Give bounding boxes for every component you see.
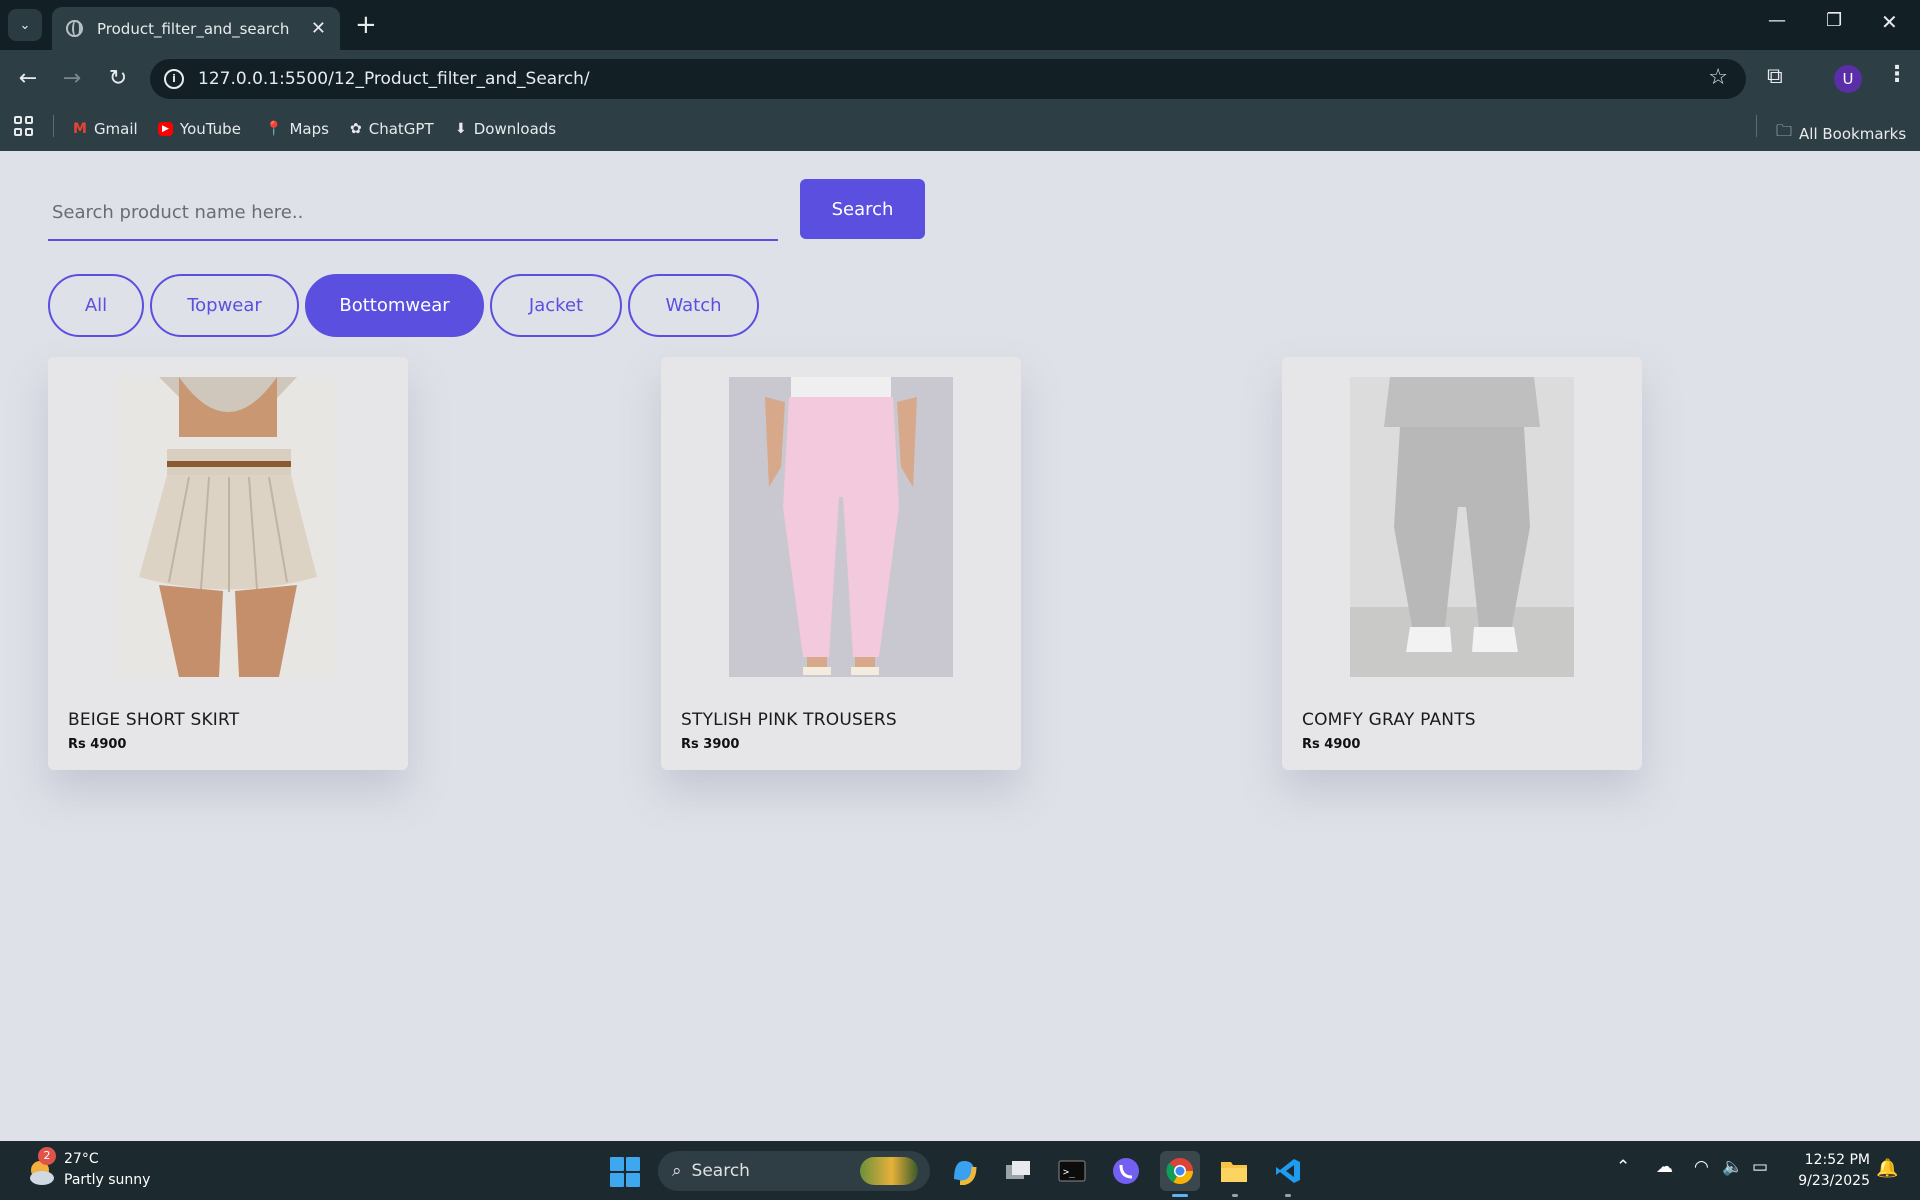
product-image (729, 377, 953, 677)
filter-all[interactable]: All (48, 274, 144, 337)
product-price: Rs 3900 (681, 737, 740, 752)
extensions-icon[interactable]: ⧉ (1767, 64, 1783, 89)
reload-icon[interactable]: ↻ (103, 64, 133, 94)
taskbar-search-label: Search (691, 1161, 750, 1181)
bookmark-maps[interactable]: 📍 Maps (265, 120, 329, 138)
viber-icon[interactable] (1106, 1151, 1146, 1191)
folder-icon: 🗀 (1776, 121, 1793, 140)
filter-topwear[interactable]: Topwear (150, 274, 299, 337)
bookmark-label: Gmail (93, 120, 138, 138)
product-name: STYLISH PINK TROUSERS (681, 710, 897, 730)
chrome-icon[interactable] (1160, 1151, 1200, 1191)
close-tab-icon[interactable]: ✕ (311, 18, 326, 39)
download-icon: ⬇ (455, 121, 467, 137)
filter-watch[interactable]: Watch (628, 274, 759, 337)
volume-icon[interactable]: 🔈 (1722, 1157, 1743, 1177)
windows-taskbar: 2 27°C Partly sunny ⌕ Search >_ ⌃ ☁ ◠ 🔈 … (0, 1141, 1920, 1200)
page-content: Search All Topwear Bottomwear Jacket Wat… (0, 151, 1920, 1141)
vscode-icon[interactable] (1268, 1151, 1308, 1191)
bookmark-chatgpt[interactable]: ✿ ChatGPT (350, 120, 434, 138)
weather-temperature[interactable]: 27°C (64, 1151, 99, 1167)
product-price: Rs 4900 (68, 737, 127, 752)
copilot-icon[interactable] (944, 1151, 984, 1191)
bookmark-label: Downloads (473, 120, 557, 138)
app-running-indicator (1232, 1194, 1238, 1197)
browser-menu-icon[interactable]: ⋮ (1886, 62, 1908, 87)
system-clock[interactable]: 12:52 PM 9/23/2025 (1770, 1150, 1870, 1192)
product-card[interactable]: COMFY GRAY PANTS Rs 4900 (1282, 357, 1642, 770)
onedrive-icon[interactable]: ☁ (1656, 1157, 1673, 1177)
active-app-indicator (1172, 1194, 1188, 1197)
bookmark-gmail[interactable]: M Gmail (73, 120, 138, 138)
minimize-button[interactable]: — (1768, 10, 1786, 31)
youtube-icon: ▶ (158, 122, 173, 136)
globe-icon (66, 20, 83, 37)
search-button[interactable]: Search (800, 179, 925, 239)
bookmarks-items: M Gmail ▶ YouTube 📍 Maps ✿ ChatGPT ⬇ Dow… (0, 108, 1920, 151)
search-highlight-image (860, 1157, 918, 1185)
back-arrow-icon[interactable]: ← (13, 64, 43, 94)
bookmark-downloads[interactable]: ⬇ Downloads (455, 120, 556, 138)
filter-bottomwear[interactable]: Bottomwear (305, 274, 484, 337)
new-tab-button[interactable]: + (355, 10, 377, 40)
filter-jacket[interactable]: Jacket (490, 274, 622, 337)
wifi-icon[interactable]: ◠ (1694, 1157, 1709, 1177)
bookmark-label: ChatGPT (368, 120, 434, 138)
tab-search-button[interactable]: ⌄ (8, 9, 42, 41)
maps-pin-icon: 📍 (265, 121, 283, 137)
bookmark-star-icon[interactable]: ☆ (1708, 65, 1728, 90)
all-bookmarks-label: All Bookmarks (1799, 124, 1907, 143)
close-window-button[interactable]: ✕ (1881, 10, 1898, 34)
notification-bell-icon[interactable]: 🔔 (1876, 1158, 1898, 1179)
clock-date: 9/23/2025 (1798, 1173, 1870, 1189)
app-running-indicator (1285, 1194, 1291, 1197)
address-bar[interactable]: i 127.0.0.1:5500/12_Product_filter_and_S… (150, 59, 1746, 99)
file-explorer-icon[interactable] (1214, 1151, 1254, 1191)
svg-text:>_: >_ (1063, 1167, 1076, 1178)
bookmark-youtube[interactable]: ▶ YouTube (158, 120, 241, 138)
product-image (1350, 377, 1574, 677)
product-image (119, 377, 337, 677)
forward-arrow-icon[interactable]: → (57, 64, 87, 94)
product-name: COMFY GRAY PANTS (1302, 710, 1476, 730)
weather-badge: 2 (38, 1147, 56, 1165)
search-input[interactable] (48, 186, 778, 241)
windows-start-icon[interactable] (610, 1157, 640, 1187)
taskbar-search[interactable]: ⌕ Search (658, 1151, 930, 1191)
bookmark-label: YouTube (179, 120, 241, 138)
product-price: Rs 4900 (1302, 737, 1361, 752)
bookmark-label: Maps (289, 120, 329, 138)
browser-tab-bar: ⌄ Product_filter_and_search ✕ + — ❐ ✕ (0, 0, 1920, 50)
url-text[interactable]: 127.0.0.1:5500/12_Product_filter_and_Sea… (198, 69, 590, 89)
gmail-icon: M (73, 121, 87, 137)
browser-tab[interactable]: Product_filter_and_search ✕ (52, 7, 340, 50)
battery-icon[interactable]: ▭ (1752, 1157, 1768, 1177)
browser-toolbar: ← → ↻ i 127.0.0.1:5500/12_Product_filter… (0, 50, 1920, 108)
all-bookmarks-button[interactable]: 🗀 All Bookmarks (1776, 120, 1906, 147)
profile-avatar[interactable]: U (1834, 65, 1862, 93)
terminal-icon[interactable]: >_ (1052, 1151, 1092, 1191)
task-view-icon[interactable] (998, 1151, 1038, 1191)
product-card[interactable]: BEIGE SHORT SKIRT Rs 4900 (48, 357, 408, 770)
restore-button[interactable]: ❐ (1826, 10, 1842, 31)
product-card[interactable]: STYLISH PINK TROUSERS Rs 3900 (661, 357, 1021, 770)
site-info-icon[interactable]: i (164, 69, 184, 89)
weather-description[interactable]: Partly sunny (64, 1172, 150, 1188)
chevron-up-icon[interactable]: ⌃ (1616, 1157, 1630, 1177)
clock-time: 12:52 PM (1804, 1152, 1870, 1168)
bookmarks-divider (1756, 115, 1757, 137)
tab-title: Product_filter_and_search (97, 19, 290, 38)
product-name: BEIGE SHORT SKIRT (68, 710, 240, 730)
chatgpt-icon: ✿ (350, 121, 362, 137)
search-icon: ⌕ (672, 1161, 682, 1181)
